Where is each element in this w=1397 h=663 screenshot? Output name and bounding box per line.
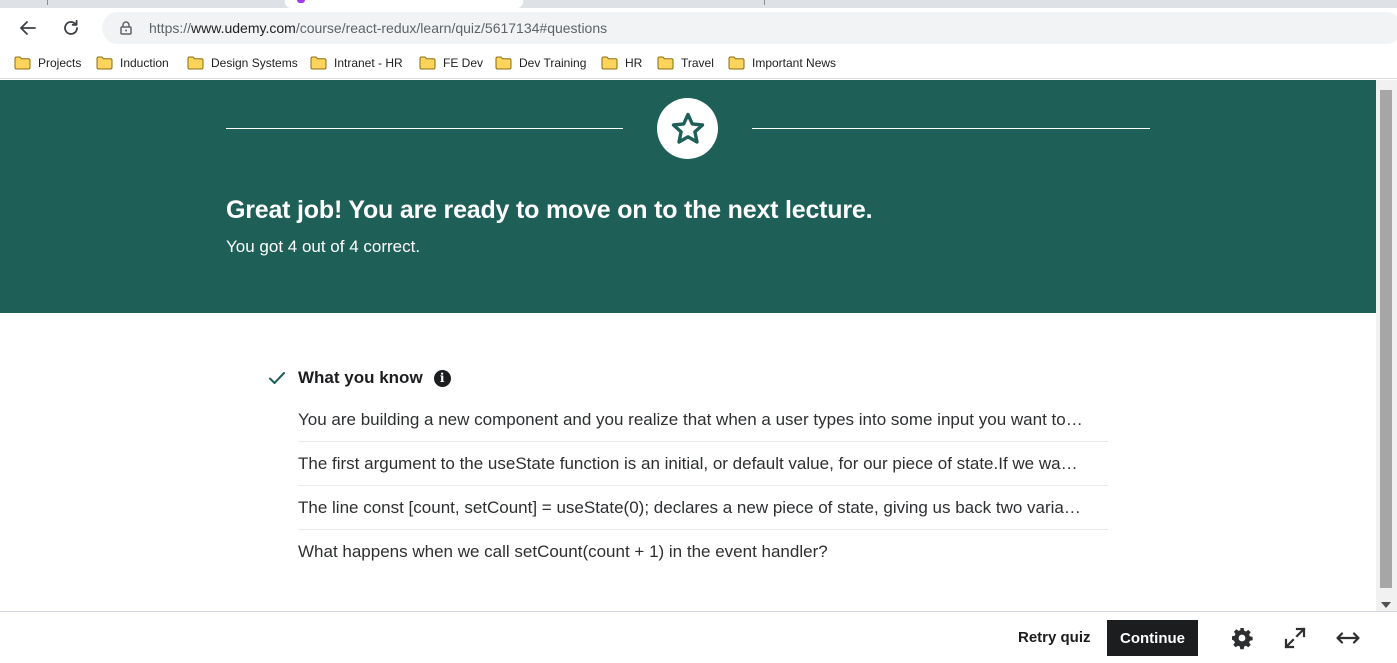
info-icon[interactable]: i: [433, 369, 451, 387]
back-arrow-icon[interactable]: [13, 13, 43, 43]
folder-icon: [495, 56, 512, 70]
bookmark-label: FE Dev: [443, 56, 484, 70]
url-domain: www.udemy.com: [191, 20, 296, 36]
continue-button[interactable]: Continue: [1107, 620, 1198, 656]
bookmark-label: Design Systems: [211, 56, 298, 70]
bookmark-folder[interactable]: FE Dev: [419, 53, 483, 73]
bookmark-label: Induction: [120, 56, 169, 70]
retry-quiz-button[interactable]: Retry quiz: [1006, 620, 1103, 655]
bookmarks-bar: Projects Induction Design Systems Intran…: [0, 48, 1397, 79]
browser-toolbar: https://www.udemy.com/course/react-redux…: [0, 8, 1397, 48]
tab-active[interactable]: [285, 0, 523, 8]
bookmark-folder[interactable]: Design Systems: [187, 53, 298, 73]
divider-left: [226, 128, 623, 129]
bookmark-folder[interactable]: HR: [601, 53, 642, 73]
bookmark-folder[interactable]: Important News: [728, 53, 836, 73]
result-banner: Great job! You are ready to move on to t…: [0, 80, 1376, 313]
tab-separator: [764, 0, 765, 5]
question-item[interactable]: What happens when we call setCount(count…: [298, 530, 1108, 574]
tab-strip: [0, 0, 1397, 8]
quiz-result-page: Great job! You are ready to move on to t…: [0, 80, 1376, 611]
expand-icon[interactable]: [1281, 624, 1309, 652]
bookmark-folder[interactable]: Travel: [657, 53, 714, 73]
bookmark-folder[interactable]: Dev Training: [495, 53, 586, 73]
folder-icon: [187, 56, 204, 70]
url-path: /course/react-redux/learn/quiz/5617134#q…: [295, 20, 608, 36]
folder-icon: [310, 56, 327, 70]
bookmark-label: Dev Training: [519, 56, 587, 70]
wide-toggle-icon[interactable]: [1334, 624, 1362, 652]
folder-icon: [601, 56, 618, 70]
star-badge: [657, 98, 718, 159]
url-scheme: https://: [149, 20, 192, 36]
question-list: You are building a new component and you…: [298, 398, 1108, 574]
bookmark-label: Travel: [681, 56, 714, 70]
url-text: https://www.udemy.com/course/react-redux…: [149, 20, 607, 36]
folder-icon: [96, 56, 113, 70]
reload-icon[interactable]: [56, 13, 86, 43]
result-title: Great job! You are ready to move on to t…: [226, 196, 873, 224]
quiz-footer: Retry quiz Continue: [0, 611, 1397, 663]
scrollbar-thumb[interactable]: [1380, 90, 1392, 588]
bookmark-label: Intranet - HR: [334, 56, 403, 70]
score-text: You got 4 out of 4 correct.: [226, 237, 421, 256]
tab-separator: [47, 0, 48, 5]
bookmark-label: HR: [625, 56, 643, 70]
bookmark-label: Important News: [752, 56, 837, 70]
what-you-know-header: What you know i: [268, 367, 451, 389]
question-item[interactable]: The first argument to the useState funct…: [298, 442, 1108, 486]
folder-icon: [728, 56, 745, 70]
divider-right: [752, 128, 1150, 129]
address-bar[interactable]: https://www.udemy.com/course/react-redux…: [102, 12, 1397, 44]
question-item[interactable]: The line const [count, setCount] = useSt…: [298, 486, 1108, 530]
folder-icon: [657, 56, 674, 70]
scroll-down-arrow-icon[interactable]: [1381, 602, 1391, 608]
folder-icon: [14, 56, 31, 70]
folder-icon: [419, 56, 436, 70]
lock-icon[interactable]: [118, 20, 134, 36]
checkmark-icon: [269, 372, 285, 384]
bookmark-folder[interactable]: Induction: [96, 53, 169, 73]
bookmark-folder[interactable]: Intranet - HR: [310, 53, 403, 73]
gear-icon[interactable]: [1228, 624, 1256, 652]
star-icon: [671, 112, 704, 144]
bookmark-label: Projects: [38, 56, 82, 70]
page-scrollbar[interactable]: [1376, 80, 1397, 611]
bookmark-folder[interactable]: Projects: [14, 53, 81, 73]
question-item[interactable]: You are building a new component and you…: [298, 398, 1108, 442]
what-you-know-title: What you know: [298, 368, 423, 387]
